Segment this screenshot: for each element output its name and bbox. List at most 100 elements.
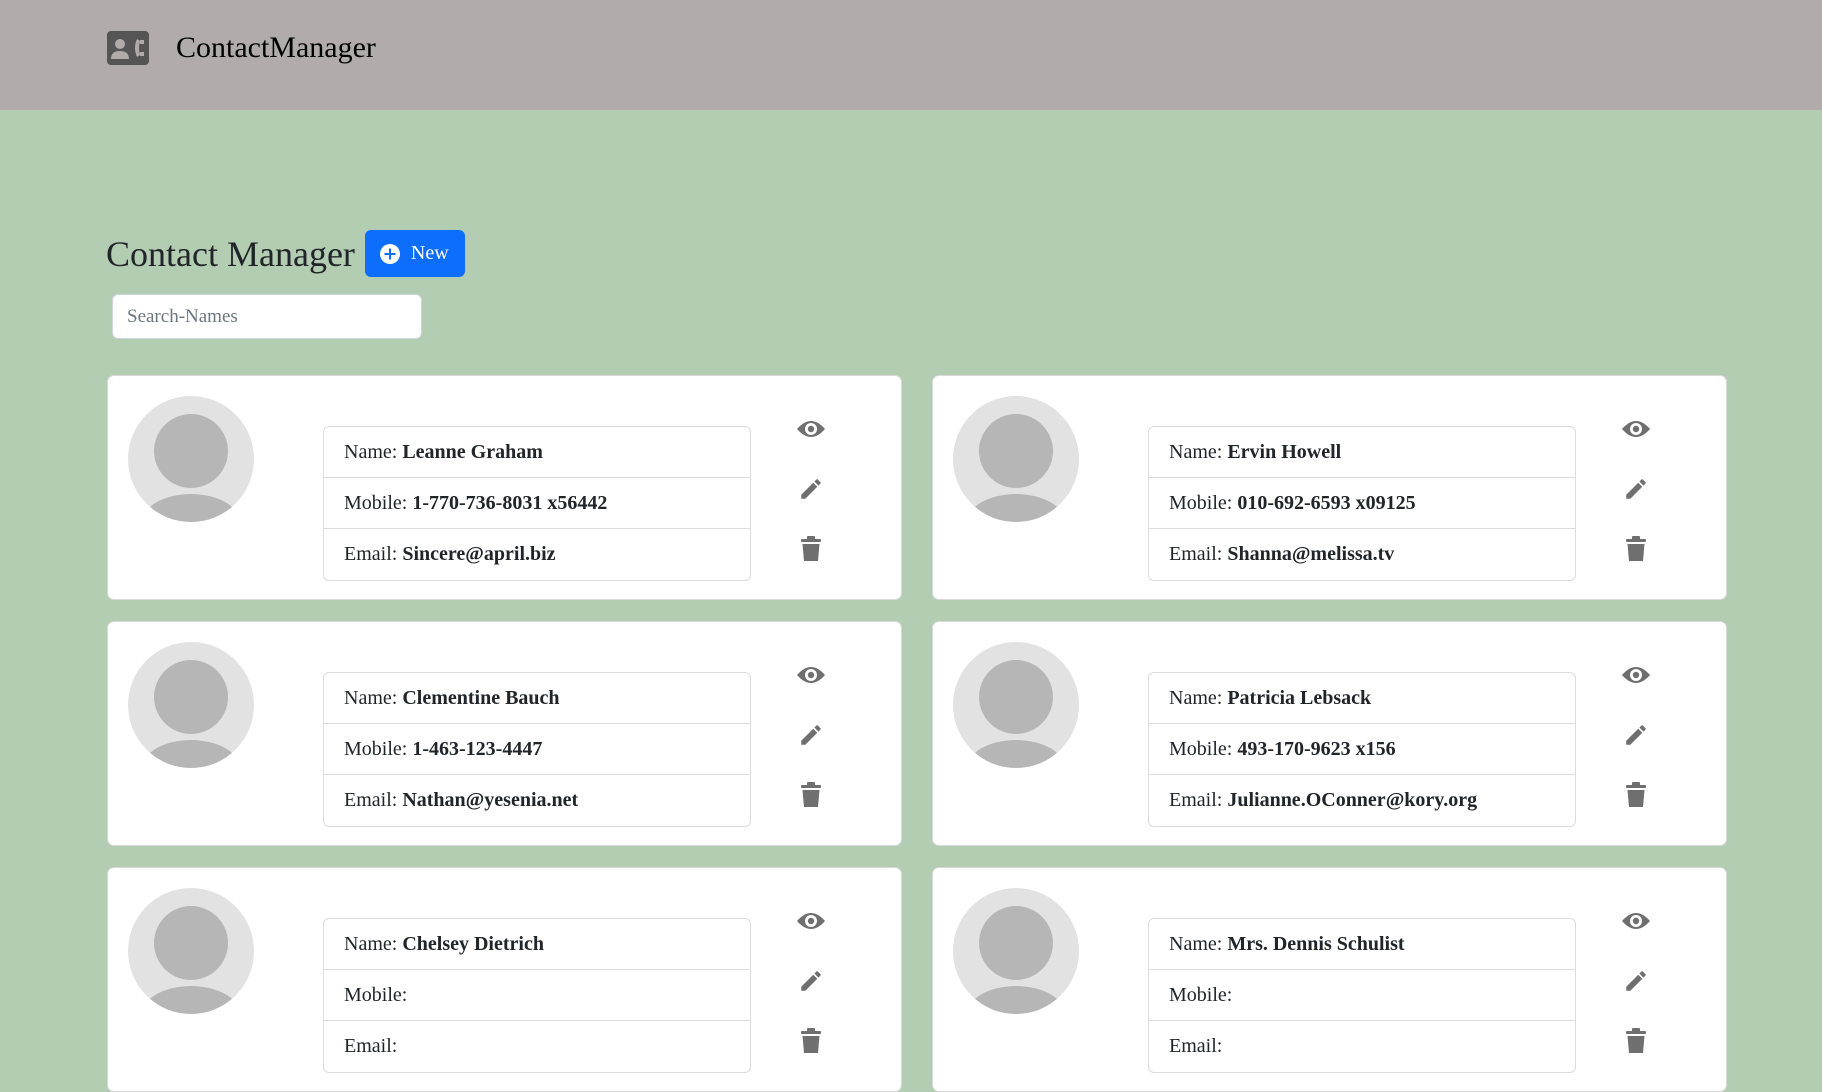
brand[interactable]: ContactManager xyxy=(107,31,376,65)
contact-email: Julianne.OConner@kory.org xyxy=(1227,789,1478,811)
pencil-icon xyxy=(1626,479,1646,499)
contact-email-row: Email: Julianne.OConner@kory.org xyxy=(1149,775,1575,826)
contact-email: Shanna@melissa.tv xyxy=(1227,543,1395,565)
view-button[interactable] xyxy=(1619,412,1653,446)
contact-mobile: 1-770-736-8031 x56442 xyxy=(412,491,608,514)
plus-circle-icon xyxy=(379,243,400,264)
contact-mobile: 010-692-6593 x09125 xyxy=(1237,491,1416,514)
contact-name: Ervin Howell xyxy=(1227,440,1342,463)
delete-button[interactable] xyxy=(1619,778,1653,812)
eye-icon xyxy=(797,913,825,929)
contact-mobile-row: Mobile: 010-692-6593 x09125 xyxy=(1149,478,1575,529)
card-actions xyxy=(794,658,828,838)
contact-email-row: Email: Sincere@april.biz xyxy=(324,529,750,580)
trash-icon xyxy=(801,1028,821,1053)
new-button-label: New xyxy=(410,242,449,264)
pencil-icon xyxy=(1626,971,1646,991)
contact-card: Name: Mrs. Dennis Schulist Mobile: Email… xyxy=(932,867,1727,1092)
trash-icon xyxy=(1626,782,1646,807)
pencil-icon xyxy=(801,479,821,499)
email-label: Email: xyxy=(1169,789,1223,811)
edit-button[interactable] xyxy=(1619,964,1653,998)
edit-button[interactable] xyxy=(794,718,828,752)
card-actions xyxy=(1619,412,1653,592)
contact-mobile-row: Mobile: 1-463-123-4447 xyxy=(324,724,750,775)
contact-card: Name: Leanne Graham Mobile: 1-770-736-80… xyxy=(107,375,902,600)
name-label: Name: xyxy=(1169,440,1223,463)
delete-button[interactable] xyxy=(1619,532,1653,566)
eye-icon xyxy=(797,667,825,683)
contact-info: Name: Mrs. Dennis Schulist Mobile: Email… xyxy=(1148,918,1576,1073)
contact-name-row: Name: Ervin Howell xyxy=(1149,427,1575,478)
trash-icon xyxy=(1626,536,1646,561)
contact-name-row: Name: Chelsey Dietrich xyxy=(324,919,750,970)
delete-button[interactable] xyxy=(794,778,828,812)
trash-icon xyxy=(1626,1028,1646,1053)
contact-name: Mrs. Dennis Schulist xyxy=(1227,932,1405,955)
trash-icon xyxy=(801,782,821,807)
card-actions xyxy=(1619,904,1653,1084)
eye-icon xyxy=(797,421,825,437)
contact-email-row: Email: Nathan@yesenia.net xyxy=(324,775,750,826)
contact-mobile-row: Mobile: xyxy=(1149,970,1575,1021)
edit-button[interactable] xyxy=(794,472,828,506)
card-actions xyxy=(794,904,828,1084)
pencil-icon xyxy=(801,971,821,991)
contact-card: Name: Patricia Lebsack Mobile: 493-170-9… xyxy=(932,621,1727,846)
contact-info: Name: Patricia Lebsack Mobile: 493-170-9… xyxy=(1148,672,1576,827)
view-button[interactable] xyxy=(794,904,828,938)
contact-email-row: Email: xyxy=(324,1021,750,1072)
avatar xyxy=(128,396,254,522)
email-label: Email: xyxy=(344,1035,398,1057)
contact-name-row: Name: Mrs. Dennis Schulist xyxy=(1149,919,1575,970)
contact-card: Name: Clementine Bauch Mobile: 1-463-123… xyxy=(107,621,902,846)
email-label: Email: xyxy=(344,543,398,565)
contact-info: Name: Ervin Howell Mobile: 010-692-6593 … xyxy=(1148,426,1576,581)
contact-mobile: 1-463-123-4447 xyxy=(412,737,543,760)
mobile-label: Mobile: xyxy=(344,491,408,514)
contact-name-row: Name: Patricia Lebsack xyxy=(1149,673,1575,724)
pencil-icon xyxy=(801,725,821,745)
eye-icon xyxy=(1622,913,1650,929)
view-button[interactable] xyxy=(1619,658,1653,692)
view-button[interactable] xyxy=(794,658,828,692)
delete-button[interactable] xyxy=(1619,1024,1653,1058)
contact-email: Sincere@april.biz xyxy=(402,543,556,565)
avatar xyxy=(953,642,1079,768)
delete-button[interactable] xyxy=(794,532,828,566)
mobile-label: Mobile: xyxy=(344,737,408,760)
card-actions xyxy=(1619,658,1653,838)
search-input[interactable] xyxy=(112,294,422,339)
view-button[interactable] xyxy=(794,412,828,446)
contact-email-row: Email: Shanna@melissa.tv xyxy=(1149,529,1575,580)
contact-name: Leanne Graham xyxy=(402,440,543,463)
avatar xyxy=(953,396,1079,522)
contact-name: Clementine Bauch xyxy=(402,686,560,709)
mobile-label: Mobile: xyxy=(344,983,408,1006)
navbar: ContactManager xyxy=(0,0,1822,110)
contact-phone-icon xyxy=(107,31,149,65)
edit-button[interactable] xyxy=(794,964,828,998)
name-label: Name: xyxy=(344,686,398,709)
new-contact-button[interactable]: New xyxy=(364,230,465,277)
contact-name: Chelsey Dietrich xyxy=(402,932,544,955)
name-label: Name: xyxy=(1169,932,1223,955)
avatar xyxy=(953,888,1079,1014)
contact-name: Patricia Lebsack xyxy=(1227,686,1372,709)
mobile-label: Mobile: xyxy=(1169,737,1233,760)
contact-info: Name: Chelsey Dietrich Mobile: Email: xyxy=(323,918,751,1073)
contact-info: Name: Clementine Bauch Mobile: 1-463-123… xyxy=(323,672,751,827)
contact-email: Nathan@yesenia.net xyxy=(402,789,579,811)
name-label: Name: xyxy=(344,932,398,955)
page-title: Contact Manager xyxy=(106,233,355,274)
edit-button[interactable] xyxy=(1619,472,1653,506)
delete-button[interactable] xyxy=(794,1024,828,1058)
mobile-label: Mobile: xyxy=(1169,983,1233,1006)
view-button[interactable] xyxy=(1619,904,1653,938)
contact-name-row: Name: Leanne Graham xyxy=(324,427,750,478)
eye-icon xyxy=(1622,421,1650,437)
contact-card: Name: Chelsey Dietrich Mobile: Email: xyxy=(107,867,902,1092)
email-label: Email: xyxy=(344,789,398,811)
mobile-label: Mobile: xyxy=(1169,491,1233,514)
edit-button[interactable] xyxy=(1619,718,1653,752)
